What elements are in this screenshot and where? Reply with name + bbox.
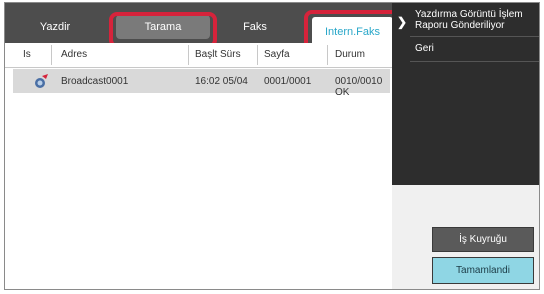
menu-back[interactable]: Geri: [415, 43, 434, 54]
row-durum: 0010/0010 OK: [335, 76, 383, 98]
tab-yazdir[interactable]: Yazdir: [27, 15, 83, 39]
column-header-sayfa: Sayfa: [264, 49, 290, 60]
done-button[interactable]: Tamamlandi: [432, 257, 534, 284]
side-menu: ❯ Yazdırma Görüntü İşlem Raporu Gönderil…: [392, 3, 539, 185]
row-sayfa: 0001/0001: [264, 76, 312, 87]
tab-intern-faks[interactable]: Intern.Faks: [312, 17, 393, 46]
tab-tarama[interactable]: Tarama: [116, 15, 210, 39]
column-divider: [257, 45, 258, 65]
menu-divider: [410, 61, 539, 62]
row-adres: Broadcast0001: [61, 76, 129, 87]
menu-divider: [410, 36, 539, 37]
job-queue-button[interactable]: İş Kuyruğu: [432, 227, 534, 252]
table-header: Is Adres Başlt Sürs Sayfa Durum: [5, 43, 392, 68]
column-divider: [51, 45, 52, 65]
column-header-adres: Adres: [61, 49, 88, 60]
row-baslt-surs: 16:02 05/04: [195, 76, 248, 87]
tab-bar: Yazdir Tarama Faks Intern.Faks: [5, 3, 400, 52]
tab-faks[interactable]: Faks: [230, 15, 280, 39]
column-divider: [188, 45, 189, 65]
menu-send-image-report[interactable]: Yazdırma Görüntü İşlem Raporu Gönderiliy…: [415, 9, 535, 31]
job-list-panel: Is Adres Başlt Sürs Sayfa Durum Broadcas…: [5, 43, 392, 289]
column-header-is: Is: [23, 49, 31, 60]
column-header-baslt-surs: Başlt Sürs: [195, 49, 241, 60]
column-divider: [327, 45, 328, 65]
chevron-right-icon: ❯: [397, 15, 408, 29]
table-row[interactable]: Broadcast0001 16:02 05/04 0001/0001 0010…: [13, 69, 390, 98]
broadcast-icon: [33, 73, 49, 89]
column-header-durum: Durum: [335, 49, 366, 60]
